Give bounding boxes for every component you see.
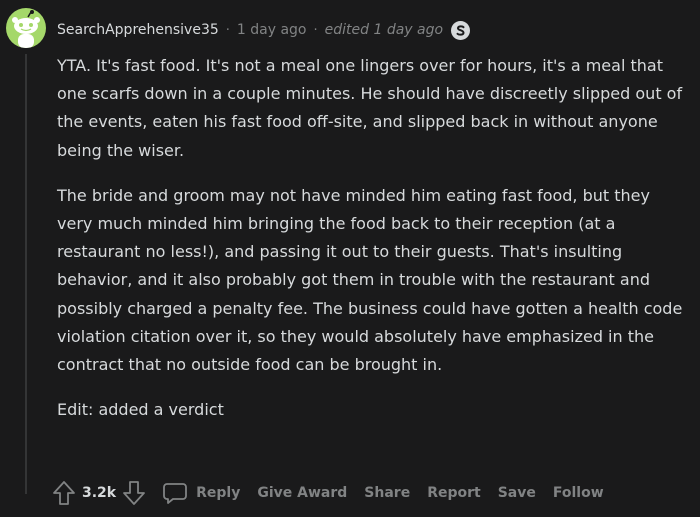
comment-bubble-icon (163, 483, 188, 504)
give-award-button[interactable]: Give Award (257, 485, 347, 501)
timestamp[interactable]: 1 day ago (237, 22, 307, 38)
reply-label: Reply (196, 485, 241, 501)
edited-label: edited 1 day ago (324, 22, 444, 38)
downvote-icon[interactable] (122, 480, 146, 506)
snoo-avatar-icon (12, 10, 40, 48)
comment-actions: 3.2k Reply Give Award Share Report Save … (52, 478, 621, 508)
comment-paragraph: YTA. It's fast food. It's not a meal one… (57, 56, 683, 160)
save-button[interactable]: Save (498, 485, 536, 501)
thread-line[interactable] (25, 54, 27, 494)
reply-button[interactable]: Reply (162, 481, 240, 505)
report-button[interactable]: Report (427, 485, 481, 501)
comment-paragraph: The bride and groom may not have minded … (57, 185, 683, 375)
follow-button[interactable]: Follow (553, 485, 604, 501)
comment-paragraph: Edit: added a verdict (57, 400, 224, 420)
award-icon[interactable] (451, 20, 471, 40)
separator: · (313, 22, 318, 38)
avatar[interactable] (6, 8, 46, 48)
vote-count: 3.2k (82, 485, 117, 501)
upvote-icon[interactable] (52, 480, 76, 506)
share-button[interactable]: Share (364, 485, 410, 501)
comment-body: YTA. It's fast food. It's not a meal one… (57, 52, 687, 441)
username[interactable]: SearchApprehensive35 (57, 22, 219, 38)
separator: · (225, 22, 230, 38)
comment-header: SearchApprehensive35 · 1 day ago · edite… (57, 18, 471, 42)
